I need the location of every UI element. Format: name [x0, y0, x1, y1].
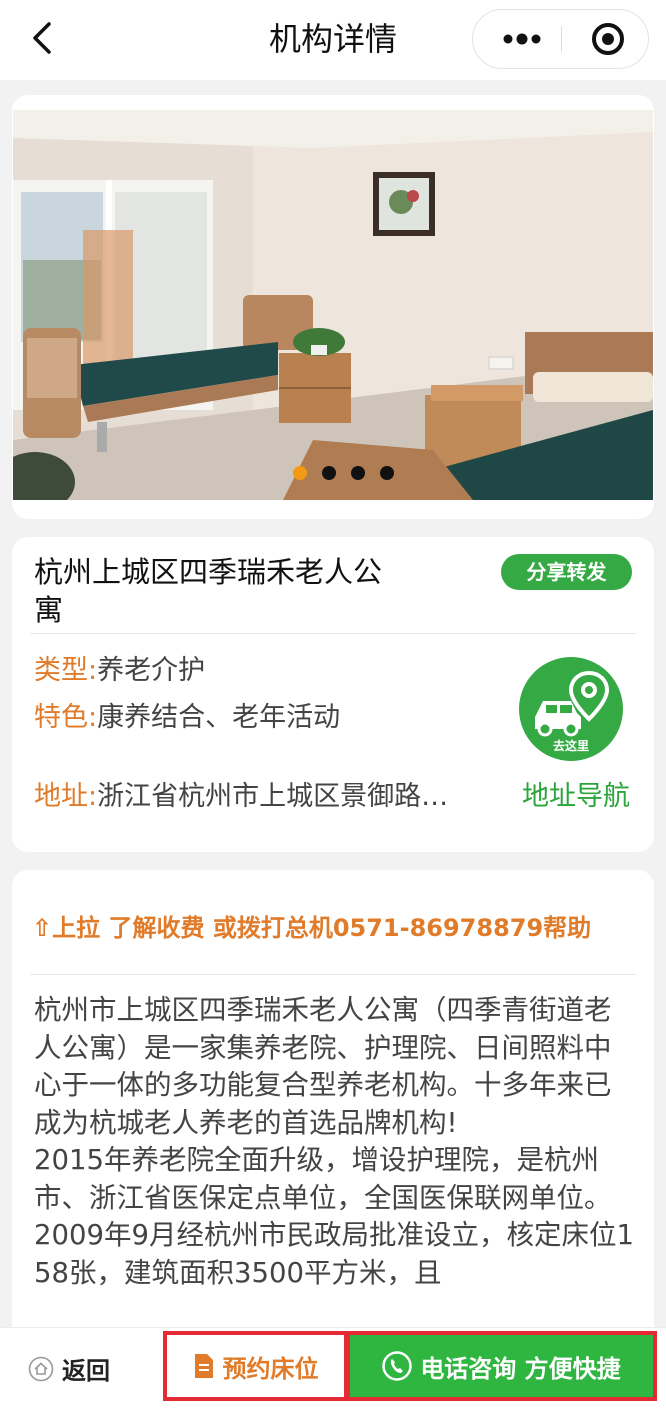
description-paragraph: 杭州市上城区四季瑞禾老人公寓（四季青街道老人公寓）是一家集养老院、护理院、日间照…: [34, 994, 612, 1139]
feature-value: 康养结合、老年活动: [97, 702, 341, 733]
type-value: 养老介护: [97, 655, 206, 686]
book-bed-button[interactable]: 预约床位: [163, 1331, 348, 1401]
carousel-dot[interactable]: [351, 466, 365, 480]
document-icon: [194, 1354, 213, 1378]
carousel-dot[interactable]: [322, 466, 336, 480]
divider: [30, 633, 636, 634]
description-paragraph: 2009年9月经杭州市民政局批准设立，核定床位158张，建筑面积3500平方米，…: [34, 1219, 634, 1289]
bottom-action-bar: 返回 预约床位 电话咨询 方便快捷: [0, 1327, 666, 1408]
target-close-icon[interactable]: [573, 10, 643, 68]
carousel-dot[interactable]: [380, 466, 394, 480]
phone-consult-button[interactable]: 电话咨询 方便快捷: [346, 1331, 657, 1401]
top-navbar: 机构详情: [0, 0, 666, 80]
carousel-indicators: [293, 466, 394, 480]
type-row: 类型:养老介护: [34, 653, 205, 689]
description-text: 杭州市上城区四季瑞禾老人公寓（四季青街道老人公寓）是一家集养老院、护理院、日间照…: [34, 992, 638, 1292]
photo-carousel[interactable]: [12, 95, 654, 519]
back-arrow-icon[interactable]: [22, 18, 62, 58]
book-bed-label: 预约床位: [222, 1354, 319, 1383]
go-there-label: 去这里: [552, 739, 589, 753]
address-label: 地址:: [34, 781, 98, 812]
divider: [30, 974, 636, 975]
more-dots-icon[interactable]: [487, 10, 557, 68]
back-label: 返回: [62, 1357, 110, 1385]
capsule-divider: [561, 26, 562, 52]
home-icon: [28, 1356, 54, 1381]
back-home-button[interactable]: 返回: [28, 1328, 110, 1408]
institution-name: 杭州上城区四季瑞禾老人公寓: [34, 555, 383, 627]
feature-row: 特色:康养结合、老年活动: [34, 700, 340, 736]
room-photo: [13, 110, 653, 500]
carousel-dot[interactable]: [293, 466, 307, 480]
phone-icon: [382, 1351, 413, 1381]
description-paragraph: 2015年养老院全面升级，增设护理院，是杭州市、浙江省医保定点单位，全国医保联网…: [34, 1144, 612, 1214]
phone-consult-label: 电话咨询 方便快捷: [420, 1354, 621, 1383]
mini-program-capsule: [472, 9, 649, 69]
go-there-button[interactable]: 去这里: [519, 657, 623, 761]
institution-info-card: 杭州上城区四季瑞禾老人公寓 分享转发 类型:养老介护 特色:康养结合、老年活动 …: [12, 537, 654, 852]
feature-label: 特色:: [34, 702, 98, 733]
address-value: 浙江省杭州市上城区景御路…: [97, 781, 449, 812]
share-button[interactable]: 分享转发: [501, 554, 632, 590]
type-label: 类型:: [34, 655, 98, 686]
address-navigation-link[interactable]: 地址导航: [522, 779, 630, 815]
pull-up-tip[interactable]: ⇧上拉 了解收费 或拨打总机0571-86978879帮助: [32, 908, 591, 943]
